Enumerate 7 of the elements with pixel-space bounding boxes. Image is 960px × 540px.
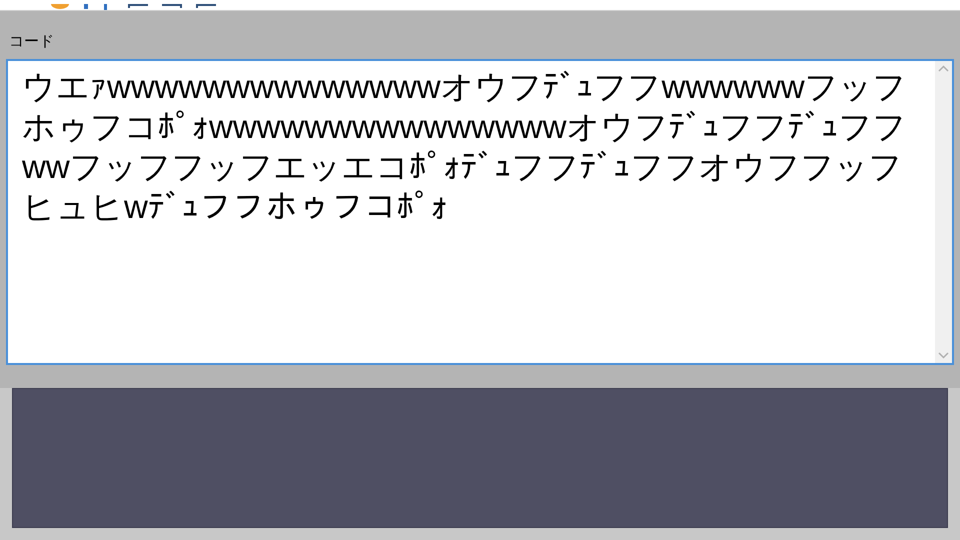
code-text-area[interactable]: ウエｧwwwwwwwwwwwwwwオウフﾃﾞｭフフwwwwwwフッフホゥフコﾎﾟｫwwwwwwwwwwwwwwwオウフﾃﾞｭフフﾃﾞｭフフwwフッフフッフエッエコﾎﾟｫﾃﾞｭフフﾃﾞｭフフオウフフッフヒュヒwﾃﾞｭフフホゥフコﾎﾟｫ <box>6 59 954 365</box>
scroll-up-icon[interactable] <box>938 65 949 72</box>
input-area[interactable] <box>12 388 948 528</box>
scroll-down-icon[interactable] <box>938 352 949 359</box>
code-label: コード <box>8 32 54 52</box>
code-text: ウエｧwwwwwwwwwwwwwwオウフﾃﾞｭフフwwwwwwフッフホゥフコﾎﾟｫwwwwwwwwwwwwwwwオウフﾃﾞｭフフﾃﾞｭフフwwフッフフッフエッエコﾎﾟｫﾃﾞｭフフﾃﾞｭフフオウフフッフヒュヒwﾃﾞｭフフホゥフコﾎﾟｫ <box>21 67 908 227</box>
scrollbar[interactable] <box>935 61 952 363</box>
